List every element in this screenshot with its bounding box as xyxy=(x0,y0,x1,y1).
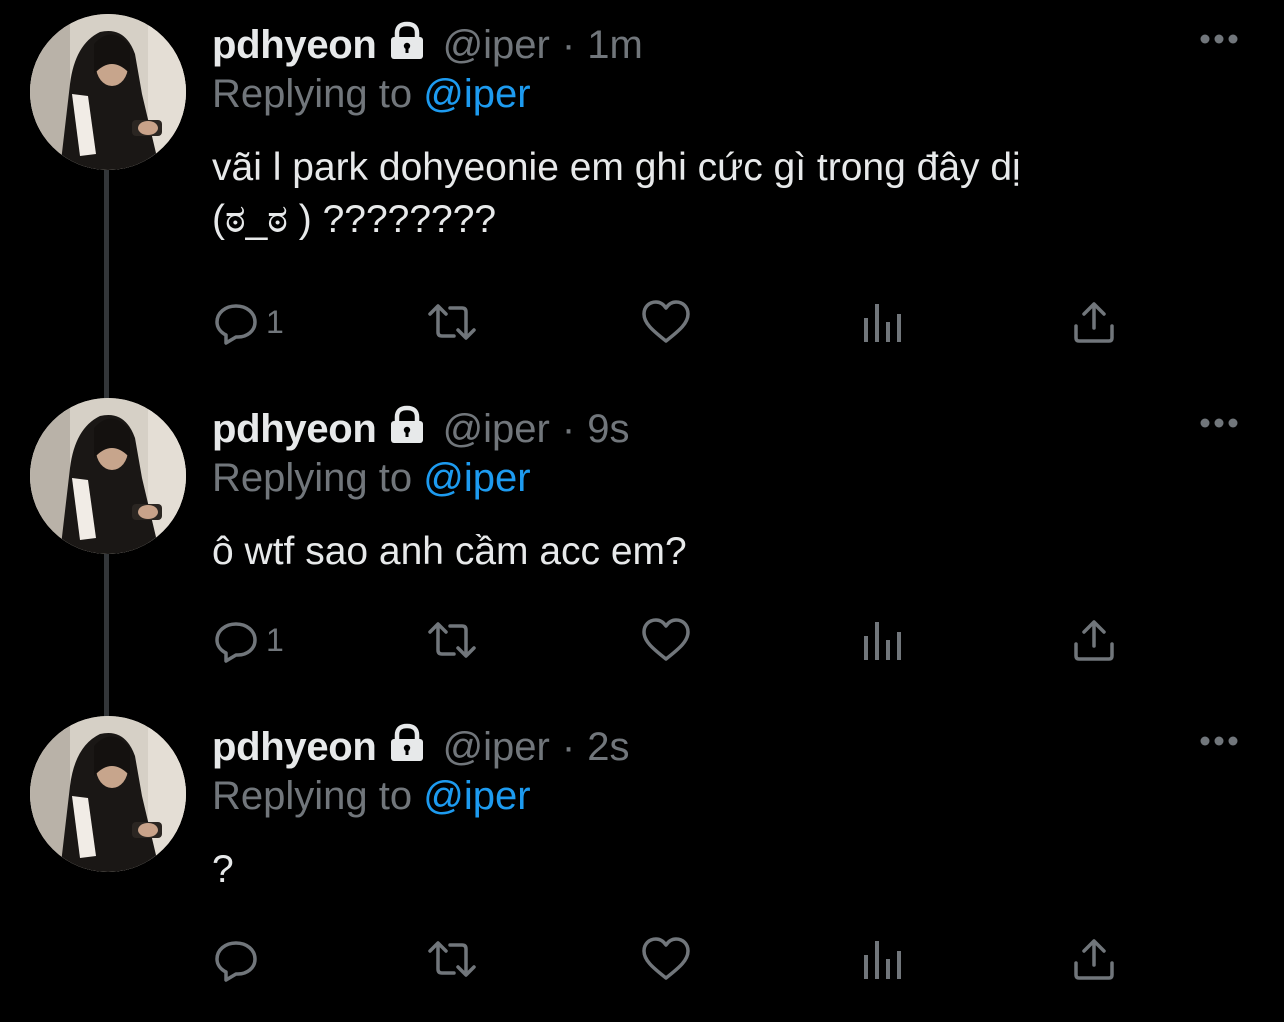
more-icon[interactable] xyxy=(1198,416,1240,430)
mention-link[interactable]: @iper xyxy=(423,72,530,116)
analytics-button[interactable] xyxy=(860,615,904,665)
retweet-icon xyxy=(424,298,480,346)
avatar[interactable] xyxy=(30,398,186,554)
replying-to-line: Replying to @iper xyxy=(212,774,531,819)
handle[interactable]: @iper xyxy=(443,23,550,68)
reply-button[interactable] xyxy=(212,934,266,984)
tweet-header: pdhyeon @iper · 9s xyxy=(212,403,629,455)
tweet-header: pdhyeon @iper · 1m xyxy=(212,19,643,71)
retweet-button[interactable] xyxy=(424,297,480,347)
replying-to-line: Replying to @iper xyxy=(212,72,531,117)
action-bar: 1 xyxy=(212,297,1222,347)
reply-icon xyxy=(212,298,260,346)
retweet-button[interactable] xyxy=(424,934,480,984)
lock-icon xyxy=(385,403,429,447)
like-icon xyxy=(640,298,692,346)
more-icon[interactable] xyxy=(1198,32,1240,46)
retweet-button[interactable] xyxy=(424,615,480,665)
like-button[interactable] xyxy=(640,934,692,984)
display-name[interactable]: pdhyeon xyxy=(212,725,377,770)
timestamp[interactable]: 1m xyxy=(587,23,643,68)
replying-label: Replying to xyxy=(212,456,424,500)
lock-icon xyxy=(385,19,429,63)
tweet-text: vãi l park dohyeonie em ghi cức gì trong… xyxy=(212,146,1021,241)
reply-button[interactable]: 1 xyxy=(212,615,284,665)
analytics-icon xyxy=(860,298,904,346)
timestamp[interactable]: 2s xyxy=(587,725,629,770)
share-button[interactable] xyxy=(1070,297,1118,347)
action-bar xyxy=(212,934,1222,984)
retweet-icon xyxy=(424,616,480,664)
replying-to-line: Replying to @iper xyxy=(212,456,531,501)
share-icon xyxy=(1070,935,1118,983)
avatar[interactable] xyxy=(30,14,186,170)
tweet-text: ? xyxy=(212,848,234,891)
reply-icon xyxy=(212,935,260,983)
tweet[interactable]: pdhyeon @iper · 1m Replying to @iper vãi… xyxy=(0,0,1284,345)
separator-dot: · xyxy=(561,724,576,769)
analytics-icon xyxy=(860,935,904,983)
reply-count: 1 xyxy=(266,303,284,340)
analytics-button[interactable] xyxy=(860,934,904,984)
tweet-text: ô wtf sao anh cầm acc em? xyxy=(212,530,687,573)
separator-dot: · xyxy=(561,406,576,451)
display-name[interactable]: pdhyeon xyxy=(212,407,377,452)
timestamp[interactable]: 9s xyxy=(587,407,629,452)
like-button[interactable] xyxy=(640,615,692,665)
tweet[interactable]: pdhyeon @iper · 2s Replying to @iper ? xyxy=(0,702,1284,1022)
like-icon xyxy=(640,616,692,664)
separator-dot: · xyxy=(561,22,576,67)
more-icon[interactable] xyxy=(1198,734,1240,748)
tweet[interactable]: pdhyeon @iper · 9s Replying to @iper ô w… xyxy=(0,384,1284,704)
share-button[interactable] xyxy=(1070,934,1118,984)
reply-button[interactable]: 1 xyxy=(212,297,284,347)
action-bar: 1 xyxy=(212,615,1222,665)
lock-icon xyxy=(385,721,429,765)
avatar[interactable] xyxy=(30,716,186,872)
share-icon xyxy=(1070,298,1118,346)
display-name[interactable]: pdhyeon xyxy=(212,23,377,68)
replying-label: Replying to xyxy=(212,72,424,116)
replying-label: Replying to xyxy=(212,774,424,818)
analytics-icon xyxy=(860,616,904,664)
reply-icon xyxy=(212,616,260,664)
share-icon xyxy=(1070,616,1118,664)
like-icon xyxy=(640,935,692,983)
mention-link[interactable]: @iper xyxy=(423,456,530,500)
share-button[interactable] xyxy=(1070,615,1118,665)
tweet-header: pdhyeon @iper · 2s xyxy=(212,721,629,773)
handle[interactable]: @iper xyxy=(443,725,550,770)
retweet-icon xyxy=(424,935,480,983)
analytics-button[interactable] xyxy=(860,297,904,347)
reply-count: 1 xyxy=(266,621,284,658)
mention-link[interactable]: @iper xyxy=(423,774,530,818)
handle[interactable]: @iper xyxy=(443,407,550,452)
like-button[interactable] xyxy=(640,297,692,347)
